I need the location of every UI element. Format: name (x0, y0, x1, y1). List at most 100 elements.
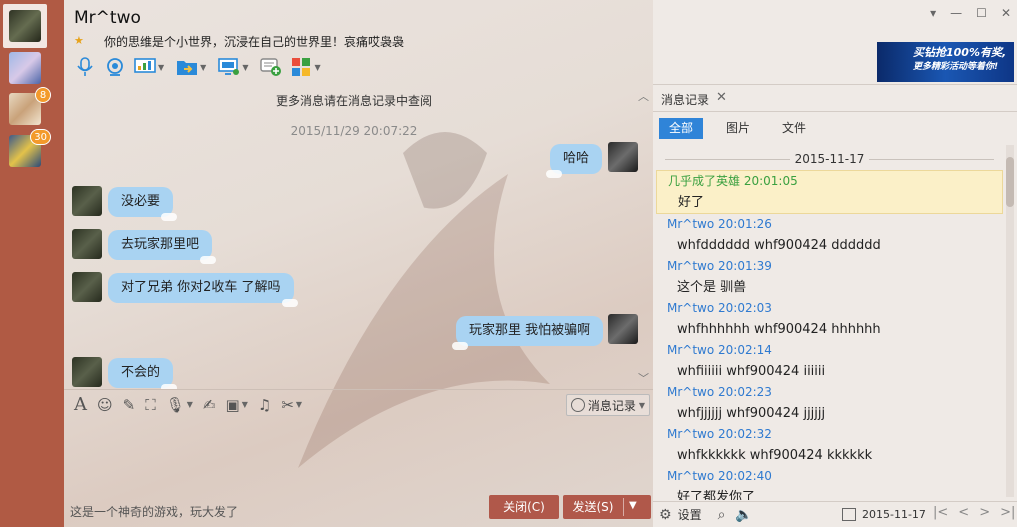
message-text: 对了兄弟 你对2收车 了解吗 (121, 280, 281, 295)
chevron-down-icon: ▼ (638, 400, 645, 410)
clock-icon (570, 398, 585, 412)
avatar[interactable] (608, 314, 638, 344)
voice-message-icon[interactable]: 🎙 (166, 396, 185, 414)
mic-icon[interactable] (74, 56, 96, 78)
contact-avatar-4[interactable]: 30 (9, 129, 51, 167)
bubble-tail (281, 299, 298, 307)
unread-badge: 8 (35, 87, 51, 103)
avatar[interactable] (608, 142, 638, 172)
history-entry: Mr^two 20:02:23 whfjjjjjj whf900424 jjjj… (656, 382, 1003, 424)
webcam-icon[interactable] (104, 56, 126, 78)
chevron-down-icon[interactable]: ▼ (158, 63, 164, 72)
last-page-icon[interactable]: >| (1000, 505, 1015, 520)
contact-avatar-2[interactable] (9, 52, 41, 84)
avatar[interactable] (72, 186, 102, 216)
history-entry: Mr^two 20:01:26 whfdddddd whf900424 dddd… (656, 214, 1003, 256)
footer-date[interactable]: 2015-11-17 (862, 508, 926, 521)
more-history-link[interactable]: 更多消息请在消息记录中查阅 (64, 92, 644, 109)
filter-files[interactable]: 文件 (772, 118, 816, 139)
prev-page-icon[interactable]: < (958, 505, 969, 520)
image-icon[interactable]: ▣ (226, 396, 240, 414)
contact-avatar-3[interactable]: 8 (9, 87, 51, 125)
history-tab-bar: 消息记录 ✕ (653, 84, 1017, 112)
chat-panel: Mr^two ★ 你的思维是个小世界，沉浸在自己的世界里！哀痛哎袅袅 ▼ ▼ ▼… (64, 0, 653, 527)
edit-icon[interactable]: ✍ (203, 396, 216, 414)
gear-icon[interactable]: ⚙ (659, 507, 672, 523)
chevron-down-icon[interactable]: ▼ (314, 63, 320, 72)
history-button-label: 消息记录 (587, 398, 636, 413)
music-icon[interactable]: ♫ (258, 396, 271, 414)
close-button[interactable]: 关闭(C) (489, 495, 559, 519)
settings-button[interactable]: 设置 (678, 506, 702, 523)
history-entry-text: whfhhhhhh whf900424 hhhhhh (677, 322, 881, 337)
avatar[interactable] (72, 357, 102, 387)
message-bubble: 去玩家那里吧 (108, 230, 217, 264)
message-bubble: 玩家那里 我怕被骗啊 (452, 316, 604, 350)
bubble-tail (161, 213, 178, 221)
contact-avatar-active[interactable] (3, 4, 47, 48)
chevron-down-icon[interactable]: ﹀ (638, 370, 649, 386)
history-entry: Mr^two 20:02:40 好了都发你了 (656, 466, 1003, 500)
ad-banner[interactable]: 买钻抢100%有奖, 更多精彩活动等着你! (877, 42, 1014, 82)
speaker-icon[interactable]: 🔈 (735, 507, 752, 523)
history-entry-text: 这个是 驯兽 (677, 280, 747, 295)
screen-share-icon[interactable] (134, 56, 156, 78)
tab-message-history[interactable]: 消息记录 (661, 91, 709, 108)
scissors-icon[interactable]: ✂ (281, 396, 294, 414)
close-icon[interactable]: ✕ (1001, 6, 1011, 20)
chevron-down-icon[interactable]: ▼ (296, 400, 302, 409)
filter-all[interactable]: 全部 (659, 118, 704, 139)
screenshot-icon[interactable]: ⛶ (145, 396, 156, 414)
file-transfer-icon[interactable] (176, 56, 198, 78)
avatar[interactable] (72, 229, 102, 259)
emoji-icon[interactable]: ☺ (97, 396, 113, 414)
history-entry-text: whfiiiiii whf900424 iiiiii (677, 364, 826, 379)
close-icon[interactable]: ✕ (716, 90, 727, 105)
chevron-down-icon[interactable]: ▼ (629, 500, 637, 511)
history-scrollbar[interactable] (1006, 145, 1014, 497)
send-button[interactable]: 发送(S) ▼ (563, 495, 651, 519)
message-history-button[interactable]: 消息记录 ▼ (565, 394, 650, 416)
remote-desktop-icon[interactable] (218, 56, 240, 78)
chevron-down-icon[interactable]: ▼ (242, 63, 248, 72)
contact-name: Mr^two (74, 8, 141, 28)
magic-wand-icon[interactable]: ✎ (123, 396, 136, 414)
filter-images[interactable]: 图片 (716, 118, 760, 139)
contact-signature: 你的思维是个小世界，沉浸在自己的世界里！哀痛哎袅袅 (104, 35, 405, 49)
message-input[interactable]: 这是一个神奇的游戏，玩大发了 (70, 503, 238, 520)
star-icon: ★ (74, 34, 84, 47)
menu-dropdown-icon[interactable]: ▾ (930, 6, 936, 20)
chevron-down-icon[interactable]: ▼ (187, 400, 193, 409)
message-text: 玩家那里 我怕被骗啊 (469, 323, 591, 338)
message-list[interactable]: 更多消息请在消息记录中查阅 ︿ 2015/11/29 20:07:22 哈哈 没… (64, 84, 653, 389)
chevron-up-icon[interactable]: ︿ (638, 88, 649, 104)
message-bubble: 没必要 (108, 187, 178, 221)
calendar-icon[interactable] (842, 508, 856, 521)
history-entry: Mr^two 20:02:03 whfhhhhhh whf900424 hhhh… (656, 298, 1003, 340)
maximize-icon[interactable]: ☐ (976, 6, 987, 20)
message-text: 哈哈 (563, 151, 590, 166)
font-icon[interactable]: A (74, 394, 87, 415)
apps-icon[interactable] (290, 56, 312, 78)
history-entry-header: Mr^two 20:01:26 (667, 217, 772, 231)
scrollbar-thumb[interactable] (1006, 157, 1014, 207)
next-page-icon[interactable]: > (979, 505, 990, 520)
window-controls: ▾ — ☐ ✕ (930, 6, 1011, 20)
history-entry-text: whfjjjjjj whf900424 jjjjjj (677, 406, 826, 421)
search-icon[interactable]: ⌕ (718, 507, 726, 523)
chevron-down-icon[interactable]: ▼ (200, 63, 206, 72)
history-entry: 几乎成了英雄 20:01:05 好了 (656, 170, 1003, 214)
avatar[interactable] (72, 272, 102, 302)
history-entry-header: Mr^two 20:02:03 (667, 301, 772, 315)
message-bubble: 哈哈 (546, 144, 603, 178)
first-page-icon[interactable]: |< (933, 505, 948, 520)
add-chat-icon[interactable] (260, 56, 282, 78)
history-list[interactable]: 几乎成了英雄 20:01:05 好了 Mr^two 20:01:26 whfdd… (656, 170, 1003, 500)
divider (623, 498, 624, 516)
chat-toolbar: ▼ ▼ ▼ ▼ (74, 54, 325, 80)
chevron-down-icon[interactable]: ▼ (242, 400, 248, 409)
history-pagination: |< < > >| (933, 505, 1015, 520)
history-entry: Mr^two 20:01:39 这个是 驯兽 (656, 256, 1003, 298)
minimize-icon[interactable]: — (950, 6, 962, 20)
contacts-sidebar: 8 30 (0, 0, 64, 527)
